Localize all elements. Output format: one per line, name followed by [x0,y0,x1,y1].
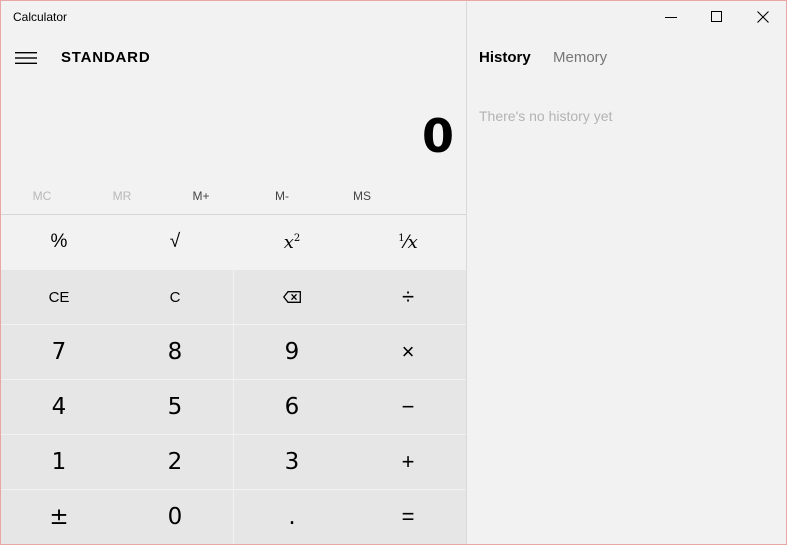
equals-button[interactable]: = [350,490,466,544]
window-title: Calculator [13,10,68,24]
digit-6-button[interactable]: 6 [234,380,350,434]
memory-clear-button[interactable]: MC [12,189,72,203]
clear-button[interactable]: C [117,270,233,324]
multiply-button[interactable]: × [350,325,466,379]
subtract-button[interactable]: − [350,380,466,434]
digit-9-button[interactable]: 9 [234,325,350,379]
negate-button[interactable]: ± [1,490,117,544]
keypad: % √ x2 1⁄x CE C ÷ 7 8 9 × 4 5 6 − 1 2 3 … [1,215,466,544]
maximize-button[interactable] [694,1,740,33]
sqrt-button[interactable]: √ [117,215,233,269]
tab-memory[interactable]: Memory [553,49,607,66]
reciprocal-button[interactable]: 1⁄x [350,215,466,269]
memory-recall-button[interactable]: MR [92,189,152,203]
memory-store-button[interactable]: MS [332,189,392,203]
backspace-button[interactable] [234,270,350,324]
decimal-button[interactable]: . [234,490,350,544]
close-icon [757,11,769,23]
percent-button[interactable]: % [1,215,117,269]
add-button[interactable]: + [350,435,466,489]
divide-button[interactable]: ÷ [350,270,466,324]
memory-add-button[interactable]: M+ [171,189,231,203]
digit-2-button[interactable]: 2 [117,435,233,489]
hamburger-icon[interactable] [11,45,41,71]
square-button[interactable]: x2 [234,215,350,269]
clear-entry-button[interactable]: CE [1,270,117,324]
memory-subtract-button[interactable]: M- [252,189,312,203]
reciprocal-icon: 1⁄x [398,231,418,253]
digit-5-button[interactable]: 5 [117,380,233,434]
digit-0-button[interactable]: 0 [117,490,233,544]
history-empty-message: There's no history yet [479,108,613,124]
mode-title: STANDARD [61,49,151,66]
minimize-button[interactable] [648,1,694,33]
calculator-window: Calculator STANDARD 0 MC MR M+ M- MS % √… [0,0,787,545]
digit-4-button[interactable]: 4 [1,380,117,434]
minimize-icon [665,17,677,18]
memory-bar: MC MR M+ M- MS [1,181,466,213]
maximize-icon [711,11,722,22]
close-button[interactable] [740,1,786,33]
x-squared-icon: x2 [283,231,301,253]
history-panel: History Memory There's no history yet [467,1,786,544]
result-display: 0 [421,109,454,163]
digit-8-button[interactable]: 8 [117,325,233,379]
digit-1-button[interactable]: 1 [1,435,117,489]
digit-3-button[interactable]: 3 [234,435,350,489]
digit-7-button[interactable]: 7 [1,325,117,379]
tab-history[interactable]: History [479,49,531,66]
backspace-icon [283,291,301,303]
calculator-panel: Calculator STANDARD 0 MC MR M+ M- MS % √… [1,1,466,544]
